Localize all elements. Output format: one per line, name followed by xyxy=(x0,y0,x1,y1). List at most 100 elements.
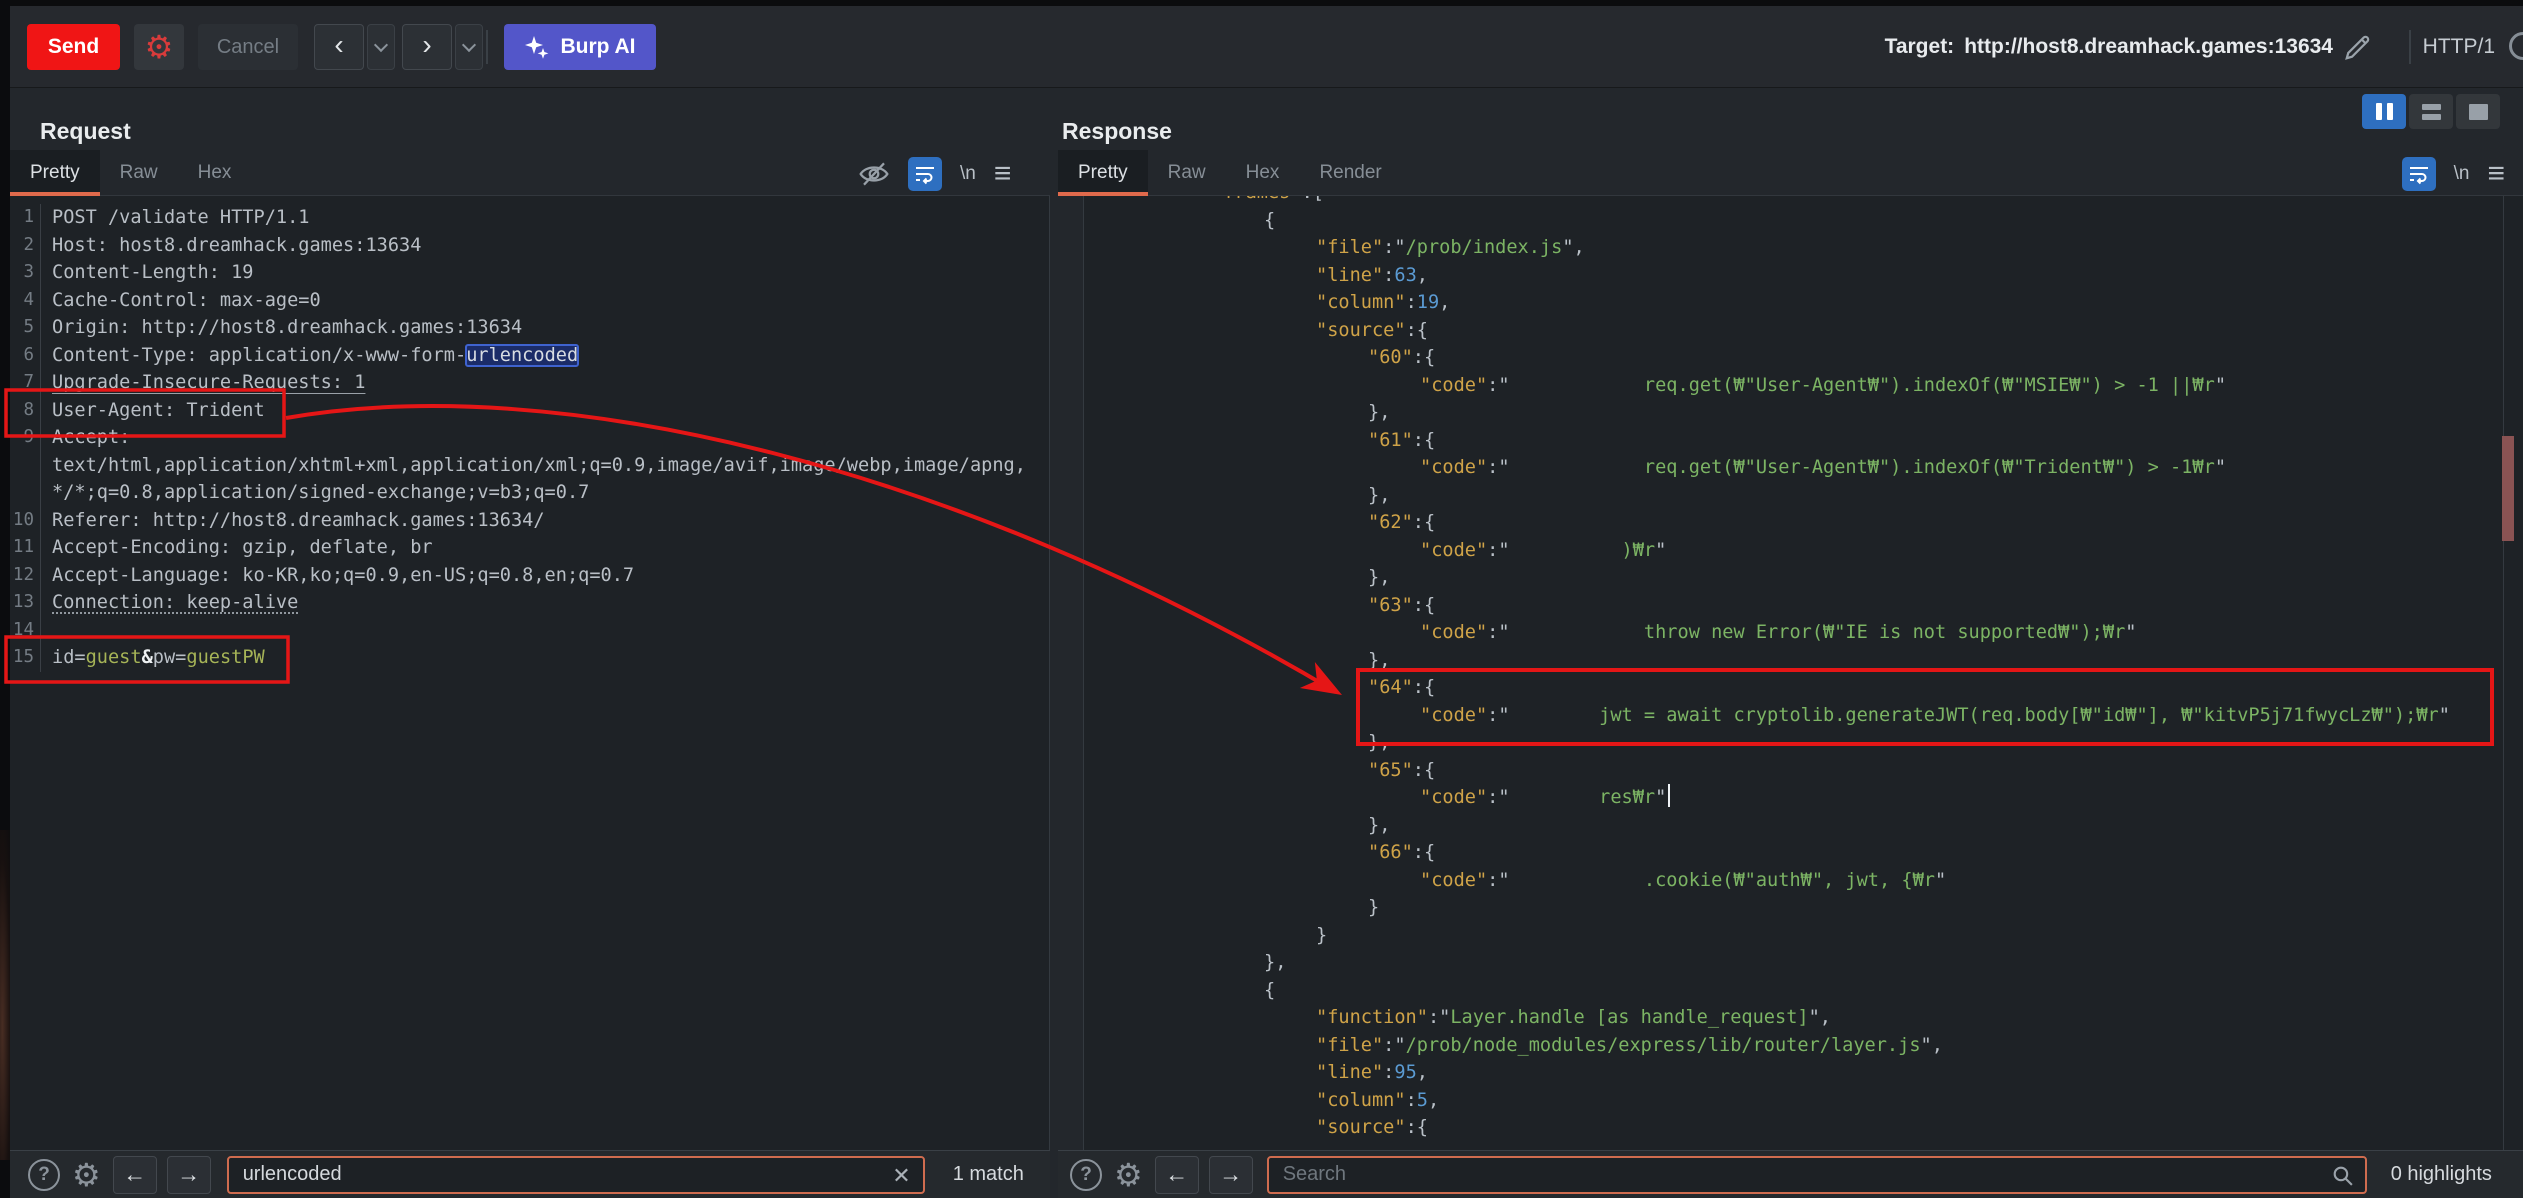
tab-pretty[interactable]: Pretty xyxy=(10,150,100,195)
response-line[interactable]: "code":" .cookie(₩"auth₩", jwt, {₩r" xyxy=(1084,867,2523,895)
line-number xyxy=(10,452,41,480)
tab-hex[interactable]: Hex xyxy=(1226,150,1300,195)
request-line[interactable]: 13Connection: keep-alive xyxy=(10,589,1049,617)
request-line[interactable]: 14 xyxy=(10,617,1049,645)
response-line[interactable]: "63":{ xyxy=(1084,592,2523,620)
layout-single-button[interactable] xyxy=(2456,94,2500,129)
response-scrollbar-thumb[interactable] xyxy=(2502,436,2514,541)
next-match-button[interactable]: → xyxy=(167,1156,211,1194)
search-settings-gear-icon[interactable]: ⚙ xyxy=(72,1159,101,1191)
request-line[interactable]: */*;q=0.8,application/signed-exchange;v=… xyxy=(10,479,1049,507)
request-editor[interactable]: 1POST /validate HTTP/1.12Host: host8.dre… xyxy=(10,196,1050,1150)
response-line[interactable]: "column":19, xyxy=(1084,289,2523,317)
search-help-icon[interactable]: ? xyxy=(1070,1159,1102,1191)
response-line[interactable]: "line":63, xyxy=(1084,262,2523,290)
response-line[interactable]: "function":"Layer.handle [as handle_requ… xyxy=(1084,1004,2523,1032)
history-back-dropdown[interactable] xyxy=(367,24,395,70)
response-line[interactable]: }, xyxy=(1084,482,2523,510)
response-line[interactable]: "60":{ xyxy=(1084,344,2523,372)
response-line[interactable]: }, xyxy=(1084,399,2523,427)
toolbar: Send ⚙ Cancel ‹ › Burp AI Target: http:/… xyxy=(10,6,2523,88)
response-line[interactable]: }, xyxy=(1084,647,2523,675)
burp-ai-button[interactable]: Burp AI xyxy=(504,24,656,70)
request-line[interactable]: 11Accept-Encoding: gzip, deflate, br xyxy=(10,534,1049,562)
send-settings-gear-icon[interactable]: ⚙ xyxy=(134,24,184,70)
newline-visibility-toggle[interactable]: \n xyxy=(960,163,976,185)
tab-pretty[interactable]: Pretty xyxy=(1058,150,1148,195)
response-line[interactable]: "62":{ xyxy=(1084,509,2523,537)
clear-search-icon[interactable]: ✕ xyxy=(892,1163,910,1189)
response-line[interactable]: } xyxy=(1084,922,2523,950)
request-line[interactable]: 7Upgrade-Insecure-Requests: 1 xyxy=(10,369,1049,397)
response-menu-icon[interactable]: ≡ xyxy=(2487,159,2505,189)
request-line[interactable]: 6Content-Type: application/x-www-form-ur… xyxy=(10,342,1049,370)
request-line[interactable]: 2Host: host8.dreamhack.games:13634 xyxy=(10,232,1049,260)
send-button[interactable]: Send xyxy=(27,24,120,70)
response-line[interactable]: "source":{ xyxy=(1084,317,2523,345)
request-line[interactable]: 12Accept-Language: ko-KR,ko;q=0.9,en-US;… xyxy=(10,562,1049,590)
response-line[interactable]: { xyxy=(1084,207,2523,235)
history-back-button[interactable]: ‹ xyxy=(314,24,364,70)
request-line[interactable]: 1POST /validate HTTP/1.1 xyxy=(10,204,1049,232)
layout-columns-button[interactable] xyxy=(2362,94,2406,129)
tab-render[interactable]: Render xyxy=(1299,150,1401,195)
response-line[interactable]: "code":" throw new Error(₩"IE is not sup… xyxy=(1084,619,2523,647)
response-search-input[interactable] xyxy=(1267,1156,2367,1194)
help-icon[interactable] xyxy=(2509,32,2523,60)
request-line[interactable]: 5Origin: http://host8.dreamhack.games:13… xyxy=(10,314,1049,342)
request-line[interactable]: 15id=guest&pw=guestPW xyxy=(10,644,1049,672)
response-line[interactable]: "line":95, xyxy=(1084,1059,2523,1087)
response-line[interactable]: "file":"/prob/index.js", xyxy=(1084,234,2523,262)
layout-rows-button[interactable] xyxy=(2409,94,2453,129)
request-editor-icons: \n ≡ xyxy=(858,154,1011,194)
request-line[interactable]: text/html,application/xhtml+xml,applicat… xyxy=(10,452,1049,480)
response-line[interactable]: "65":{ xyxy=(1084,757,2523,785)
tab-hex[interactable]: Hex xyxy=(178,150,252,195)
edit-target-pencil-icon[interactable] xyxy=(2343,32,2373,62)
tab-raw[interactable]: Raw xyxy=(1148,150,1226,195)
response-line[interactable]: "source":{ xyxy=(1084,1114,2523,1142)
response-editor[interactable]: "frames":[{"file":"/prob/index.js","line… xyxy=(1083,196,2523,1150)
line-number xyxy=(10,479,41,507)
response-line[interactable]: }, xyxy=(1084,564,2523,592)
response-scrollbar-track[interactable] xyxy=(2503,196,2519,1150)
request-line[interactable]: 3Content-Length: 19 xyxy=(10,259,1049,287)
next-match-button[interactable]: → xyxy=(1209,1156,1253,1194)
previous-match-button[interactable]: ← xyxy=(1155,1156,1199,1194)
response-line[interactable]: "frames":[ xyxy=(1084,196,2523,207)
word-wrap-toggle[interactable] xyxy=(908,157,942,191)
response-line[interactable]: "column":5, xyxy=(1084,1087,2523,1115)
response-line[interactable]: "64":{ xyxy=(1084,674,2523,702)
request-search-input[interactable] xyxy=(227,1156,925,1194)
http-version-label[interactable]: HTTP/1 xyxy=(2423,6,2495,88)
response-line[interactable]: }, xyxy=(1084,729,2523,757)
response-line[interactable]: } xyxy=(1084,894,2523,922)
cancel-button[interactable]: Cancel xyxy=(198,24,298,70)
response-line[interactable]: "code":" jwt = await cryptolib.generateJ… xyxy=(1084,702,2523,730)
tab-raw[interactable]: Raw xyxy=(100,150,178,195)
history-forward-dropdown[interactable] xyxy=(455,24,483,70)
history-forward-button[interactable]: › xyxy=(402,24,452,70)
word-wrap-toggle[interactable] xyxy=(2402,157,2436,191)
response-line[interactable]: "code":" )₩r" xyxy=(1084,537,2523,565)
newline-visibility-toggle[interactable]: \n xyxy=(2454,163,2470,185)
response-line[interactable]: "66":{ xyxy=(1084,839,2523,867)
previous-match-button[interactable]: ← xyxy=(113,1156,157,1194)
request-line[interactable]: 9Accept: xyxy=(10,424,1049,452)
hide-nonprinting-eye-off-icon[interactable] xyxy=(858,158,890,190)
request-menu-icon[interactable]: ≡ xyxy=(994,159,1012,189)
response-line[interactable]: }, xyxy=(1084,949,2523,977)
line-number: 6 xyxy=(10,342,41,370)
response-line[interactable]: "file":"/prob/node_modules/express/lib/r… xyxy=(1084,1032,2523,1060)
response-line[interactable]: { xyxy=(1084,977,2523,1005)
response-line[interactable]: "code":" req.get(₩"User-Agent₩").indexOf… xyxy=(1084,454,2523,482)
response-line[interactable]: "code":" req.get(₩"User-Agent₩").indexOf… xyxy=(1084,372,2523,400)
request-line[interactable]: 10Referer: http://host8.dreamhack.games:… xyxy=(10,507,1049,535)
request-line[interactable]: 8User-Agent: Trident xyxy=(10,397,1049,425)
search-settings-gear-icon[interactable]: ⚙ xyxy=(1114,1159,1143,1191)
search-help-icon[interactable]: ? xyxy=(28,1159,60,1191)
request-line[interactable]: 4Cache-Control: max-age=0 xyxy=(10,287,1049,315)
response-line[interactable]: "code":" res₩r" xyxy=(1084,784,2523,812)
response-line[interactable]: }, xyxy=(1084,812,2523,840)
response-line[interactable]: "61":{ xyxy=(1084,427,2523,455)
